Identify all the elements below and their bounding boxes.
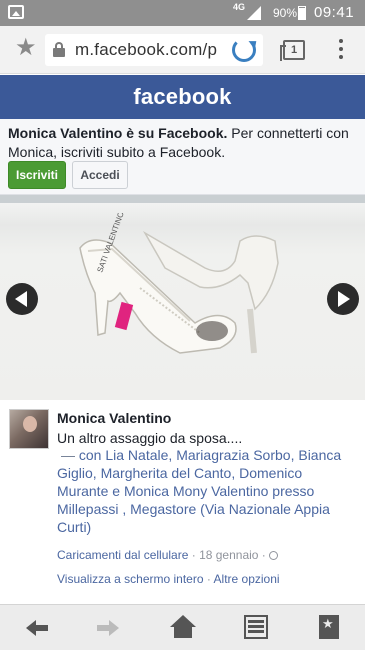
- full-screen-link[interactable]: Visualizza a schermo intero: [57, 572, 204, 586]
- lock-icon: [53, 42, 65, 57]
- avatar[interactable]: [9, 409, 49, 449]
- tagged-people: — con Lia Natale, Mariagrazia Sorbo, Bia…: [57, 446, 347, 536]
- signal-icon: [247, 6, 261, 20]
- network-type: 4G: [233, 2, 246, 12]
- post-meta: Caricamenti dal cellulare · 18 gennaio ·: [57, 548, 279, 562]
- post-message: Un altro assaggio da sposa....: [57, 430, 243, 446]
- bookmark-star-icon[interactable]: ★: [15, 36, 37, 60]
- address-bar[interactable]: m.facebook.com/p: [45, 34, 263, 66]
- browser-bottom-bar: [0, 604, 365, 650]
- tagged-person-link[interactable]: Mariagrazia Sorbo: [176, 447, 290, 463]
- tagged-person-link[interactable]: Margherita del Canto: [101, 465, 232, 481]
- photo-actions: Visualizza a schermo intero · Altre opzi…: [57, 572, 280, 586]
- screen: 4G 90% 09:41 ★ m.facebook.com/p 1 facebo…: [0, 0, 365, 650]
- public-globe-icon: [269, 551, 279, 560]
- post-author[interactable]: Monica Valentino: [57, 410, 171, 426]
- post-date[interactable]: 18 gennaio: [199, 548, 258, 562]
- separator: ·: [258, 548, 270, 562]
- post-photo[interactable]: SATI VALENTINO: [0, 195, 365, 400]
- with-dash: —: [61, 447, 75, 463]
- with-word: con: [75, 447, 106, 463]
- more-options-link[interactable]: Altre opzioni: [214, 572, 280, 586]
- promo-text: Monica Valentino è su Facebook. Per conn…: [8, 124, 358, 162]
- and-word: e: [108, 483, 124, 499]
- at-word: presso: [268, 483, 315, 499]
- reload-icon[interactable]: [232, 38, 256, 62]
- battery-icon: [298, 6, 306, 20]
- separator: ·: [203, 572, 214, 586]
- status-bar: 4G 90% 09:41: [0, 0, 365, 26]
- reader-mode-icon[interactable]: [244, 615, 268, 639]
- clock: 09:41: [314, 4, 355, 21]
- promo-bold-text: Monica Valentino è su Facebook.: [8, 125, 228, 141]
- previous-photo-button[interactable]: [6, 283, 38, 315]
- back-arrow-icon[interactable]: [26, 619, 48, 637]
- login-button[interactable]: Accedi: [72, 161, 128, 189]
- place-link[interactable]: Millepassi , Megastore (Via Nazionale Ap…: [57, 501, 330, 535]
- battery-percent: 90%: [273, 6, 298, 20]
- forward-arrow-icon[interactable]: [97, 619, 119, 637]
- tab-switcher-button[interactable]: 1: [280, 40, 305, 61]
- overflow-menu-icon[interactable]: [336, 39, 346, 63]
- separator: ,: [92, 465, 101, 481]
- next-photo-button[interactable]: [327, 283, 359, 315]
- signup-promo: Monica Valentino è su Facebook. Per conn…: [0, 119, 365, 195]
- separator: ·: [188, 548, 200, 562]
- browser-toolbar: ★ m.facebook.com/p 1: [0, 26, 365, 74]
- bridal-shoes-image: SATI VALENTINO: [79, 213, 279, 354]
- gallery-notification-icon: [8, 5, 24, 19]
- tagged-person-link[interactable]: Lia Natale: [105, 447, 168, 463]
- signup-button[interactable]: Iscriviti: [8, 161, 66, 189]
- album-link[interactable]: Caricamenti dal cellulare: [57, 548, 188, 562]
- bookmarks-icon[interactable]: [319, 615, 339, 639]
- url-text[interactable]: m.facebook.com/p: [75, 40, 225, 60]
- home-icon[interactable]: [170, 615, 196, 639]
- separator: ,: [231, 465, 240, 481]
- tagged-person-link[interactable]: Monica Mony Valentino: [124, 483, 268, 499]
- facebook-logo[interactable]: facebook: [0, 75, 365, 119]
